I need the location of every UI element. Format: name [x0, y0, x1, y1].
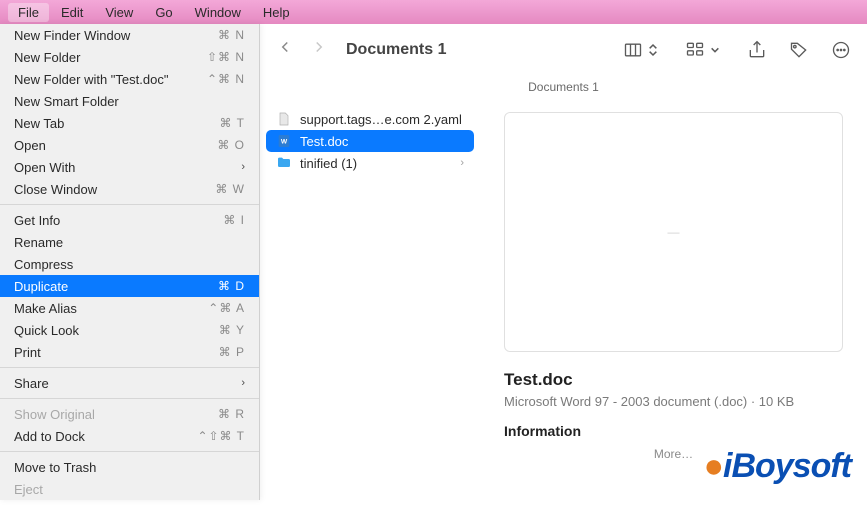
preview-filename: Test.doc [504, 370, 843, 390]
menu-separator [0, 204, 259, 205]
menu-item-move-to-trash[interactable]: Move to Trash [0, 456, 259, 478]
file-list: support.tags…e.com 2.yaml W Test.doc tinifi… [260, 102, 480, 514]
file-name: tinified (1) [300, 156, 357, 171]
more-button[interactable] [831, 40, 851, 60]
menu-item-label: Share [14, 376, 49, 391]
menu-shortcut: ⌘ D [218, 279, 245, 293]
menu-item-share[interactable]: Share › [0, 372, 259, 394]
menu-item-label: Show Original [14, 407, 95, 422]
share-button[interactable] [747, 40, 767, 60]
menu-item-compress[interactable]: Compress [0, 253, 259, 275]
menu-shortcut: ⌘ T [220, 116, 245, 130]
menu-shortcut: ⌘ P [219, 345, 245, 359]
chevron-right-icon: › [460, 157, 464, 169]
menu-item-new-folder-with-test-doc[interactable]: New Folder with "Test.doc" ⌃⌘ N [0, 68, 259, 90]
menu-item-label: Eject [14, 482, 43, 497]
window-title: Documents 1 [346, 41, 611, 59]
menubar-window[interactable]: Window [185, 3, 251, 22]
menu-separator [0, 367, 259, 368]
menubar-file[interactable]: File [8, 3, 49, 22]
menubar-go[interactable]: Go [145, 3, 182, 22]
menu-item-label: New Folder with "Test.doc" [14, 72, 168, 87]
menu-item-duplicate[interactable]: Duplicate ⌘ D [0, 275, 259, 297]
menu-shortcut: ⌃⇧⌘ T [197, 429, 245, 443]
menu-shortcut: ⌘ R [218, 407, 245, 421]
chevron-right-icon: › [241, 377, 245, 389]
menu-item-label: Print [14, 345, 41, 360]
menu-item-label: Compress [14, 257, 73, 272]
menu-item-label: Get Info [14, 213, 60, 228]
menu-item-label: Add to Dock [14, 429, 85, 444]
menu-item-open-with[interactable]: Open With › [0, 156, 259, 178]
forward-button[interactable] [310, 38, 328, 62]
watermark: ●iBoysoft [703, 447, 851, 486]
toolbar: Documents 1 [260, 24, 867, 76]
menu-shortcut: ⌃⌘ N [207, 72, 245, 86]
menu-shortcut: ⌘ O [217, 138, 245, 152]
file-name: Test.doc [300, 134, 348, 149]
file-name: support.tags…e.com 2.yaml [300, 112, 462, 127]
info-header: Information [504, 423, 843, 439]
finder-window: Documents 1 Documents 1 support.tags…e. [260, 24, 867, 514]
menu-item-label: Open [14, 138, 46, 153]
menu-shortcut: ⌘ N [218, 28, 245, 42]
menu-item-label: New Folder [14, 50, 80, 65]
menu-item-label: Open With [14, 160, 75, 175]
menu-item-open[interactable]: Open ⌘ O [0, 134, 259, 156]
menu-item-add-to-dock[interactable]: Add to Dock ⌃⇧⌘ T [0, 425, 259, 447]
menubar-edit[interactable]: Edit [51, 3, 93, 22]
folder-icon [276, 155, 292, 171]
menubar-help[interactable]: Help [253, 3, 300, 22]
menubar-view[interactable]: View [95, 3, 143, 22]
menu-separator [0, 398, 259, 399]
path-bar[interactable]: Documents 1 [260, 76, 867, 102]
menu-item-label: Quick Look [14, 323, 79, 338]
menu-item-make-alias[interactable]: Make Alias ⌃⌘ A [0, 297, 259, 319]
chevron-right-icon: › [241, 161, 245, 173]
menu-item-label: New Smart Folder [14, 94, 119, 109]
menu-item-print[interactable]: Print ⌘ P [0, 341, 259, 363]
file-row[interactable]: tinified (1) › [266, 152, 474, 174]
preview-subtitle: Microsoft Word 97 - 2003 document (.doc)… [504, 394, 843, 409]
menu-item-label: Close Window [14, 182, 97, 197]
menu-shortcut: ⌃⌘ A [208, 301, 245, 315]
file-row[interactable]: W Test.doc [266, 130, 474, 152]
menu-item-rename[interactable]: Rename [0, 231, 259, 253]
menu-shortcut: ⌘ I [223, 213, 245, 227]
preview-thumbnail: — [504, 112, 843, 352]
menu-item-quick-look[interactable]: Quick Look ⌘ Y [0, 319, 259, 341]
menu-separator [0, 451, 259, 452]
menu-item-close-window[interactable]: Close Window ⌘ W [0, 178, 259, 200]
menu-item-new-folder[interactable]: New Folder ⇧⌘ N [0, 46, 259, 68]
menu-item-label: Duplicate [14, 279, 68, 294]
svg-text:W: W [281, 139, 288, 146]
file-row[interactable]: support.tags…e.com 2.yaml [266, 108, 474, 130]
menu-item-get-info[interactable]: Get Info ⌘ I [0, 209, 259, 231]
group-button[interactable] [685, 40, 725, 60]
menu-item-eject: Eject [0, 478, 259, 500]
tags-button[interactable] [789, 40, 809, 60]
menu-item-label: Make Alias [14, 301, 77, 316]
menu-item-new-tab[interactable]: New Tab ⌘ T [0, 112, 259, 134]
menu-item-new-smart-folder[interactable]: New Smart Folder [0, 90, 259, 112]
word-doc-icon: W [276, 133, 292, 149]
menu-item-label: Move to Trash [14, 460, 96, 475]
back-button[interactable] [276, 38, 294, 62]
menu-shortcut: ⇧⌘ N [207, 50, 245, 64]
menu-item-label: New Finder Window [14, 28, 130, 43]
file-dropdown: New Finder Window⌘ NNew Folder⇧⌘ NNew Fo… [0, 24, 260, 500]
menu-item-label: Rename [14, 235, 63, 250]
menu-shortcut: ⌘ Y [219, 323, 245, 337]
menu-item-show-original: Show Original ⌘ R [0, 403, 259, 425]
view-mode-button[interactable] [623, 40, 663, 60]
document-icon [276, 111, 292, 127]
menu-shortcut: ⌘ W [215, 182, 245, 196]
menu-item-new-finder-window[interactable]: New Finder Window ⌘ N [0, 24, 259, 46]
menu-item-label: New Tab [14, 116, 64, 131]
menubar: File Edit View Go Window Help [0, 0, 867, 24]
